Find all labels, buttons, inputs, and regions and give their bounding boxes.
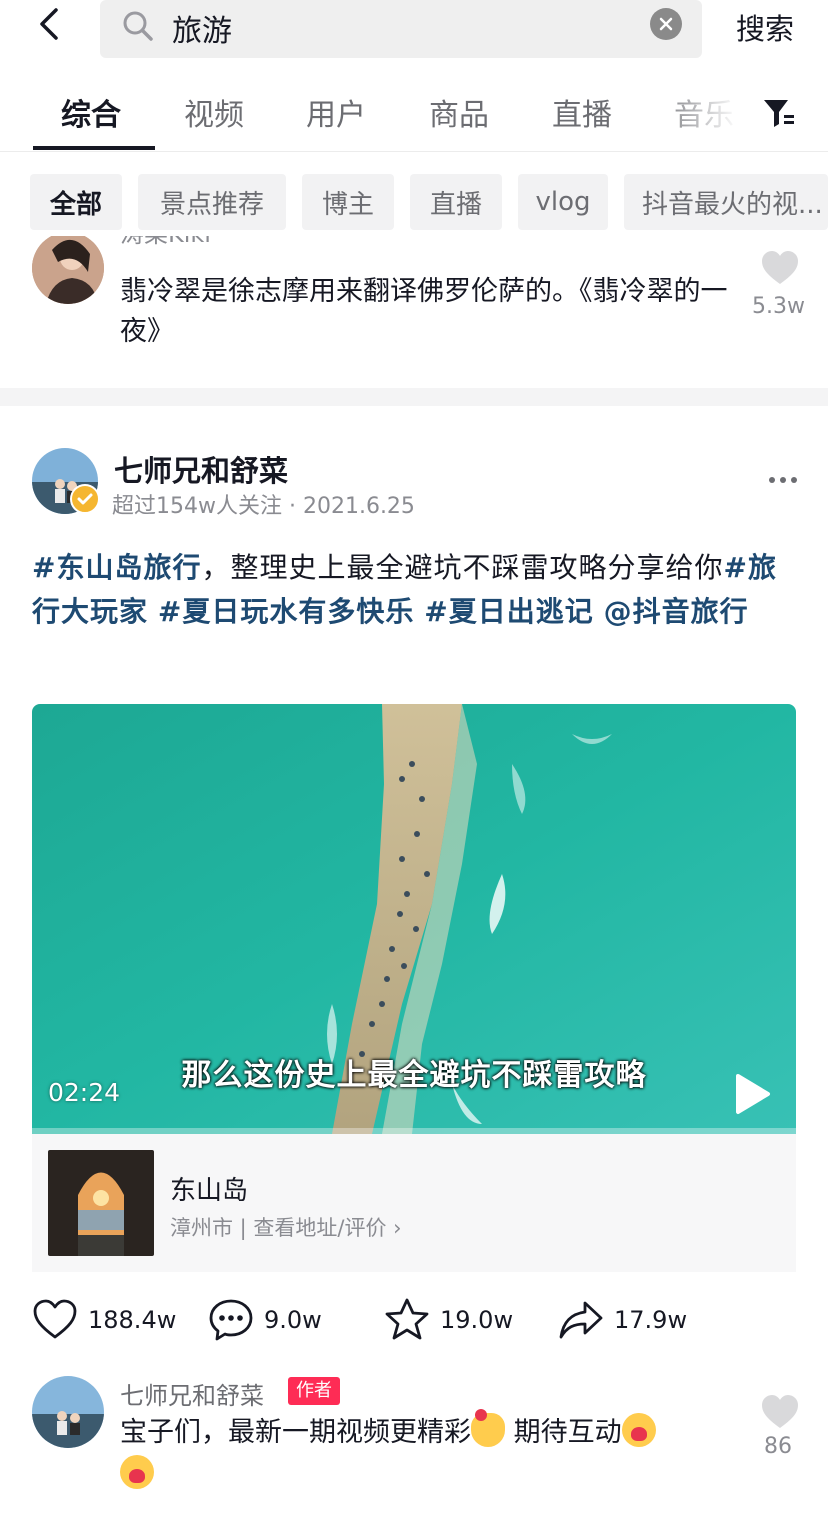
like-count: 188.4w: [88, 1306, 177, 1334]
more-icon[interactable]: [768, 474, 798, 486]
previous-comment: 涛菜Kiki 翡冷翠是徐志摩用来翻译佛罗伦萨的。《翡冷翠的一夜》 5.3w: [0, 236, 828, 388]
chip-scenic[interactable]: 景点推荐: [138, 174, 286, 230]
like-button[interactable]: 188.4w: [32, 1292, 176, 1348]
play-icon[interactable]: [732, 1072, 772, 1116]
comment-text-part: 宝子们，最新一期视频更精彩: [120, 1417, 471, 1448]
hashtag-link[interactable]: #夏日玩水有多快乐: [158, 595, 414, 628]
star-icon: [385, 1298, 429, 1340]
comment-button[interactable]: 9.0w: [208, 1292, 322, 1348]
commenter-name[interactable]: 七师兄和舒菜: [120, 1376, 264, 1411]
search-button[interactable]: 搜索: [736, 6, 794, 48]
section-divider: [0, 388, 828, 406]
comment-like-count: 86: [764, 1434, 792, 1459]
comment-text: 宝子们，最新一期视频更精彩 期待互动: [120, 1409, 730, 1496]
comment-count: 9.0w: [264, 1306, 322, 1334]
hug-emoji-icon: [621, 1413, 656, 1447]
tab-goods[interactable]: 商品: [429, 90, 489, 134]
chip-hottest[interactable]: 抖音最火的视...: [624, 174, 828, 230]
finger-heart-emoji-icon: [471, 1409, 505, 1447]
comment-icon: [209, 1299, 253, 1341]
hashtag-link[interactable]: #东山岛旅行: [32, 551, 201, 584]
active-tab-indicator: [33, 146, 155, 150]
location-name: 东山岛: [170, 1176, 249, 1206]
video-duration: 02:24: [48, 1078, 121, 1107]
author-badge: 作者: [288, 1377, 340, 1405]
clear-icon[interactable]: [650, 8, 682, 40]
location-details-link[interactable]: 漳州市 | 查看地址/评价 ›: [170, 1212, 402, 1242]
comment-text-part: 期待互动: [505, 1417, 622, 1448]
location-thumbnail: [48, 1150, 154, 1256]
like-count: 5.3w: [752, 294, 805, 319]
mention-link[interactable]: @抖音旅行: [604, 595, 749, 628]
action-bar: 188.4w 9.0w 19.0w 17.9w: [0, 1292, 828, 1352]
author-meta: 超过154w人关注 · 2021.6.25: [112, 494, 415, 519]
video-player[interactable]: 那么这份史上最全避坑不踩雷攻略 02:24: [32, 704, 796, 1134]
share-button[interactable]: 17.9w: [558, 1292, 687, 1348]
caption-text: ，整理史上最全避坑不踩雷攻略分享给你: [201, 551, 724, 584]
hug-emoji-icon: [120, 1455, 154, 1489]
search-input[interactable]: 旅游: [100, 0, 702, 58]
author-name[interactable]: 七师兄和舒菜: [114, 448, 288, 490]
filter-icon[interactable]: [762, 96, 796, 130]
share-icon: [559, 1301, 603, 1339]
favorite-button[interactable]: 19.0w: [384, 1292, 513, 1348]
search-icon: [123, 11, 153, 41]
tab-user[interactable]: 用户: [306, 90, 366, 134]
search-query-text: 旅游: [172, 14, 232, 49]
heart-icon[interactable]: [760, 1394, 800, 1430]
hashtag-link[interactable]: #夏日出逃记: [424, 595, 593, 628]
tab-video[interactable]: 视频: [184, 90, 244, 134]
video-subtitle: 那么这份史上最全避坑不踩雷攻略: [181, 1058, 647, 1093]
result-tabs: 综合 视频 用户 商品 直播 音乐: [0, 80, 828, 152]
favorite-count: 19.0w: [440, 1306, 514, 1334]
search-header: 旅游 搜索: [0, 0, 828, 62]
commenter-name: 涛菜Kiki: [120, 236, 211, 249]
back-icon[interactable]: [30, 4, 70, 44]
chip-blogger[interactable]: 博主: [302, 174, 394, 230]
location-card[interactable]: 东山岛 漳州市 | 查看地址/评价 ›: [32, 1134, 796, 1272]
verified-badge-icon: [70, 484, 100, 514]
chip-all[interactable]: 全部: [30, 174, 122, 230]
filter-chips: 全部 景点推荐 博主 直播 vlog 抖音最火的视...: [0, 174, 828, 232]
post-caption: #东山岛旅行，整理史上最全避坑不踩雷攻略分享给你#旅行大玩家 #夏日玩水有多快乐…: [32, 546, 802, 634]
heart-icon[interactable]: [760, 250, 800, 286]
comment-text: 翡冷翠是徐志摩用来翻译佛罗伦萨的。《翡冷翠的一夜》: [120, 276, 728, 347]
heart-icon: [33, 1299, 77, 1339]
commenter-avatar[interactable]: [32, 1376, 104, 1448]
avatar[interactable]: [32, 236, 104, 304]
tab-fade: [650, 80, 760, 140]
share-count: 17.9w: [614, 1306, 688, 1334]
chip-vlog[interactable]: vlog: [518, 174, 608, 230]
chip-live[interactable]: 直播: [410, 174, 502, 230]
tab-comprehensive[interactable]: 综合: [61, 90, 121, 134]
tab-live[interactable]: 直播: [552, 90, 612, 134]
